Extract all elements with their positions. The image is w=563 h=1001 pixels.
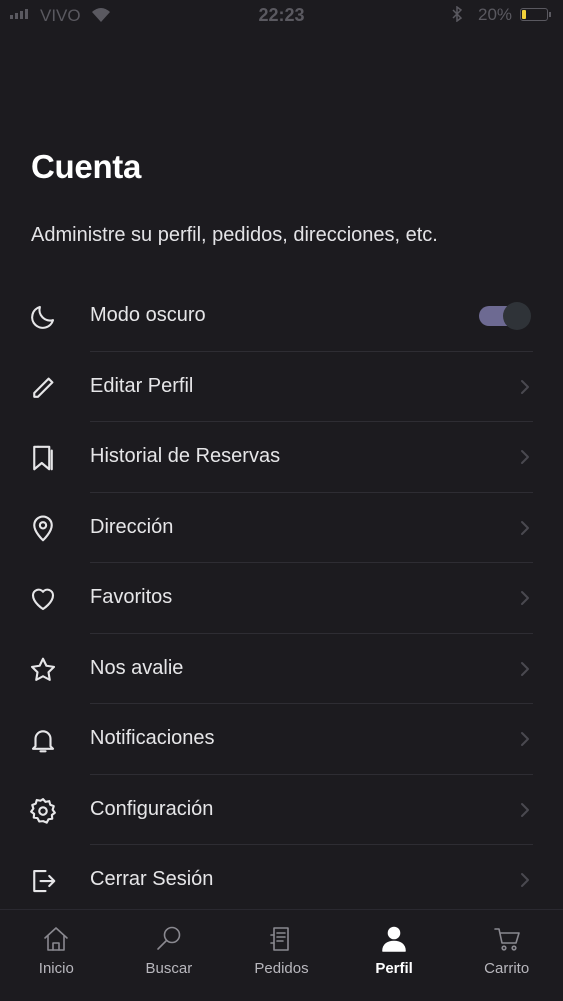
logout-icon (28, 866, 58, 896)
menu-item-label: Configuración (90, 797, 214, 820)
heart-icon (28, 584, 58, 614)
menu-item-label: Cerrar Sesión (90, 868, 214, 890)
tab-label: Perfil (375, 960, 413, 977)
chevron-right-icon (515, 518, 535, 538)
bluetooth-icon (452, 5, 463, 26)
battery-icon (520, 8, 551, 21)
moon-icon (28, 302, 58, 332)
menu-item-label: Dirección (90, 515, 174, 538)
receipt-icon (265, 923, 297, 955)
page-title: Cuenta (31, 148, 142, 185)
menu-item-rate-us[interactable]: Nos avalie (0, 634, 563, 704)
menu-item-dark-mode[interactable]: Modo oscuro (0, 281, 563, 352)
menu-item-label: Modo oscuro (90, 304, 206, 326)
bottom-tab-bar: Inicio Buscar Pedidos Perfil Carrito (0, 909, 563, 1001)
home-icon (40, 923, 72, 955)
page-subtitle: Administre su perfil, pedidos, direccion… (31, 224, 438, 246)
person-icon (378, 923, 410, 955)
menu-item-label: Historial de Reservas (90, 445, 281, 467)
star-icon (28, 655, 58, 685)
account-menu: Modo oscuro Editar Perfil Historial de R… (0, 281, 563, 916)
chevron-right-icon (515, 729, 535, 749)
dark-mode-toggle[interactable] (479, 302, 531, 330)
menu-item-logout[interactable]: Cerrar Sesión (0, 845, 563, 916)
status-bar: VIVO 22:23 20% (0, 0, 563, 32)
gear-icon (28, 796, 58, 826)
tab-search[interactable]: Buscar (113, 910, 226, 1001)
map-pin-icon (28, 514, 58, 544)
tab-home[interactable]: Inicio (0, 910, 113, 1001)
search-icon (153, 923, 185, 955)
menu-item-label: Notificaciones (90, 727, 215, 749)
menu-item-label: Favoritos (90, 586, 173, 608)
menu-item-booking-history[interactable]: Historial de Reservas (0, 422, 563, 493)
chevron-right-icon (515, 659, 535, 679)
menu-item-label: Nos avalie (90, 656, 184, 679)
chevron-right-icon (515, 870, 535, 890)
tab-label: Carrito (484, 960, 530, 977)
chevron-right-icon (515, 800, 535, 820)
menu-item-label: Editar Perfil (90, 374, 194, 397)
tab-orders[interactable]: Pedidos (225, 910, 338, 1001)
chevron-right-icon (515, 447, 535, 467)
tab-cart[interactable]: Carrito (450, 910, 563, 1001)
battery-percent: 20% (478, 5, 513, 24)
menu-item-favorites[interactable]: Favoritos (0, 563, 563, 634)
tab-label: Buscar (145, 960, 193, 977)
menu-item-notifications[interactable]: Notificaciones (0, 704, 563, 775)
menu-item-settings[interactable]: Configuración (0, 775, 563, 845)
menu-item-edit-profile[interactable]: Editar Perfil (0, 352, 563, 422)
chevron-right-icon (515, 377, 535, 397)
pencil-icon (28, 373, 58, 403)
bell-icon (28, 725, 58, 755)
menu-item-address[interactable]: Dirección (0, 493, 563, 563)
cart-icon (491, 923, 523, 955)
bookmarks-icon (28, 443, 58, 473)
tab-profile[interactable]: Perfil (338, 910, 451, 1001)
tab-label: Inicio (38, 960, 74, 977)
tab-label: Pedidos (254, 960, 309, 977)
chevron-right-icon (515, 588, 535, 608)
